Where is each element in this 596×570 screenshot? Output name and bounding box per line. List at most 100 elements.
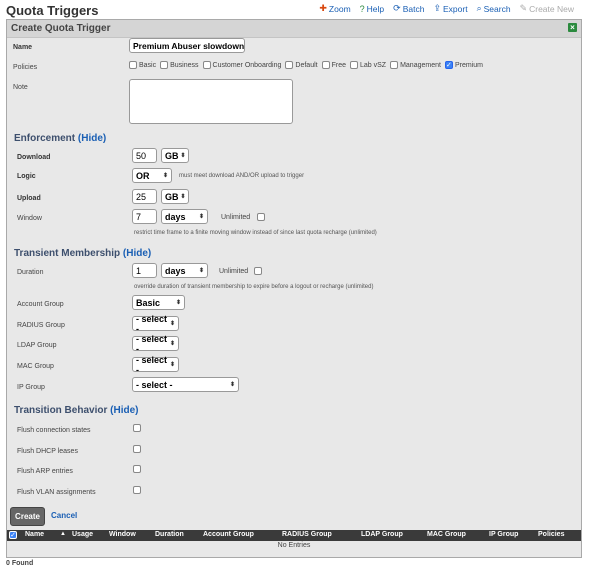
- upload-unit-select[interactable]: GB ⬍: [161, 189, 189, 204]
- policy-checkbox[interactable]: [202, 61, 211, 69]
- logic-hint: must meet download AND/OR upload to trig…: [179, 173, 305, 179]
- policies-list: Basic Business Customer Onboarding Default F…: [129, 61, 483, 69]
- zoom-icon: ✚: [319, 3, 327, 13]
- transition-item-checkbox[interactable]: [133, 445, 141, 453]
- enforcement-hide-link[interactable]: (Hide): [78, 133, 106, 144]
- policy-option[interactable]: Management: [390, 61, 441, 69]
- panel-title: Create Quota Trigger: [11, 23, 111, 34]
- updown-icon: ⬍: [198, 214, 204, 220]
- column-header-policies[interactable]: Policies: [538, 531, 564, 538]
- policy-option[interactable]: Premium: [444, 61, 483, 69]
- policy-checkbox[interactable]: [321, 61, 330, 69]
- panel-header: Create Quota Trigger ×: [7, 20, 581, 38]
- account-group-select[interactable]: Basic ⬍: [132, 295, 185, 310]
- name-input[interactable]: Premium Abuser slowdown: [129, 38, 245, 53]
- window-unit-select[interactable]: days ⬍: [161, 209, 208, 224]
- ip-group-value: - select -: [136, 379, 173, 390]
- toolbar-create-new-button[interactable]: ✎ Create New: [520, 3, 574, 14]
- policy-option[interactable]: Customer Onboarding: [202, 61, 281, 69]
- policy-checkbox[interactable]: [129, 61, 137, 69]
- policy-option[interactable]: Default: [285, 61, 318, 69]
- radius-group-value: - select -: [136, 313, 168, 334]
- logic-select[interactable]: OR ⬍: [132, 168, 172, 183]
- upload-label: Upload: [17, 195, 41, 202]
- policy-label: Free: [331, 61, 346, 69]
- column-header-duration[interactable]: Duration: [155, 531, 184, 538]
- name-label: Name: [13, 44, 33, 51]
- column-header-window[interactable]: Window: [109, 531, 136, 538]
- toolbar-label: Export: [443, 3, 468, 14]
- ip-group-select[interactable]: - select - ⬍: [132, 377, 239, 392]
- column-header-mac-group[interactable]: MAC Group: [427, 531, 466, 538]
- transition-item-checkbox[interactable]: [133, 465, 141, 473]
- column-header-radius-group[interactable]: RADIUS Group: [282, 531, 332, 538]
- duration-input[interactable]: 1: [132, 263, 157, 278]
- toolbar-search-button[interactable]: ⌕ Search: [477, 3, 511, 14]
- ldap-group-select[interactable]: - select - ⬍: [132, 333, 179, 354]
- policy-label: Management: [400, 61, 441, 69]
- toolbar-help-button[interactable]: ? Help: [360, 3, 385, 14]
- close-icon[interactable]: ×: [568, 23, 577, 32]
- radius-group-select[interactable]: - select - ⬍: [132, 313, 179, 334]
- download-unit-value: GB: [165, 150, 179, 161]
- transition-hide-link[interactable]: (Hide): [110, 405, 138, 416]
- policy-option[interactable]: Lab vSZ: [350, 61, 386, 69]
- column-header-account-group[interactable]: Account Group: [203, 531, 254, 538]
- policy-option[interactable]: Business: [160, 61, 199, 69]
- column-header-ldap-group[interactable]: LDAP Group: [361, 531, 403, 538]
- policy-checkbox[interactable]: [160, 61, 169, 69]
- table-header: Name ▲ Usage Window Duration Account Group RAD…: [7, 530, 581, 541]
- toolbar-label: Search: [483, 3, 511, 14]
- duration-unlimited-label: Unlimited: [219, 268, 249, 275]
- note-textarea[interactable]: [129, 79, 293, 124]
- transition-item-checkbox[interactable]: [133, 486, 141, 494]
- help-icon: ?: [359, 3, 365, 14]
- policy-label: Lab vSZ: [360, 61, 387, 69]
- sort-ascending-icon[interactable]: ▲: [60, 531, 66, 537]
- updown-icon: ⬍: [162, 173, 168, 179]
- toolbar-zoom-button[interactable]: ✚ Zoom: [319, 3, 350, 14]
- ip-group-label: IP Group: [17, 384, 45, 391]
- policy-checkbox[interactable]: [285, 61, 294, 69]
- download-input[interactable]: 50: [132, 148, 157, 163]
- window-unlimited-checkbox[interactable]: [257, 213, 265, 221]
- policy-label: Business: [170, 61, 199, 69]
- mac-group-label: MAC Group: [17, 363, 54, 370]
- duration-label: Duration: [17, 269, 44, 276]
- create-quota-trigger-panel: Create Quota Trigger × Name Premium Abus…: [6, 19, 582, 558]
- toolbar-export-button[interactable]: ⇪ Export: [433, 3, 467, 14]
- radius-group-label: RADIUS Group: [17, 322, 65, 329]
- duration-unlimited-checkbox[interactable]: [254, 267, 262, 275]
- policy-label: Default: [295, 61, 318, 69]
- duration-hint: override duration of transient membershi…: [134, 284, 374, 290]
- cancel-link[interactable]: Cancel: [51, 511, 77, 520]
- select-all-checkbox[interactable]: [9, 531, 17, 539]
- transition-section-title: Transition Behavior (Hide): [14, 405, 138, 416]
- mac-group-select[interactable]: - select - ⬍: [132, 355, 179, 375]
- policy-checkbox[interactable]: [350, 61, 358, 69]
- result-count: 0 Found: [6, 560, 34, 567]
- search-icon: ⌕: [476, 3, 482, 13]
- policy-checkbox[interactable]: [390, 61, 399, 69]
- toolbar: ✚ Zoom ? Help ⟳ Batch ⇪ Export ⌕ Search ✎ Create Ne…: [310, 3, 574, 14]
- upload-input[interactable]: 25: [132, 189, 157, 204]
- export-icon: ⇪: [433, 3, 441, 13]
- enforcement-section-title: Enforcement (Hide): [14, 133, 106, 144]
- duration-unit-select[interactable]: days ⬍: [161, 263, 208, 278]
- transient-heading: Transient Membership: [14, 248, 121, 259]
- toolbar-batch-button[interactable]: ⟳ Batch: [393, 3, 424, 14]
- window-unit-value: days: [165, 211, 186, 222]
- column-header-ip-group[interactable]: IP Group: [489, 531, 518, 538]
- download-unit-select[interactable]: GB ⬍: [161, 148, 189, 163]
- transition-item-checkbox[interactable]: [133, 424, 141, 432]
- transient-hide-link[interactable]: (Hide): [123, 248, 151, 259]
- column-header-name[interactable]: Name: [25, 531, 44, 538]
- ldap-group-value: - select -: [136, 333, 168, 354]
- policy-checkbox[interactable]: [444, 61, 453, 69]
- column-header-usage[interactable]: Usage: [72, 531, 93, 538]
- policy-option[interactable]: Basic: [129, 61, 156, 69]
- empty-table-message: No Entries: [277, 542, 311, 549]
- policy-option[interactable]: Free: [321, 61, 346, 69]
- create-button[interactable]: Create: [10, 507, 45, 526]
- window-input[interactable]: 7: [132, 209, 157, 224]
